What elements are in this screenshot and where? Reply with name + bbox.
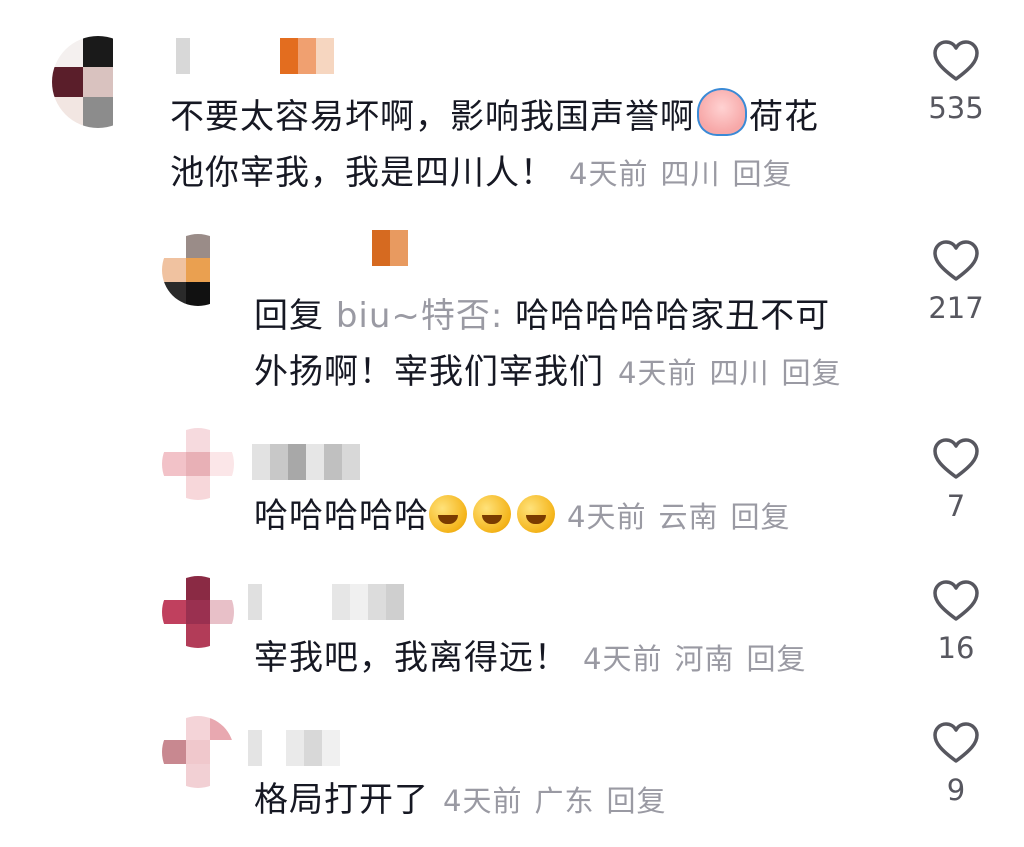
comment-meta: 4天前 云南 回复 [567,500,791,534]
comment-meta: 4天前 河南 回复 [583,642,807,676]
avatar[interactable] [162,234,234,306]
like-count: 16 [937,631,975,665]
comment-meta: 4天前 四川 回复 [569,157,793,191]
heart-outline-icon [933,580,979,621]
like-count: 535 [928,91,984,125]
rofl-emoji-icon [429,495,467,533]
reply-button[interactable]: 回复 [781,356,841,390]
comment-text: 格局打开了 4天前 广东 回复 [254,772,894,829]
avatar[interactable] [162,576,234,648]
reply-button[interactable]: 回复 [746,642,806,676]
comment-meta: 4天前 四川 回复 [618,356,842,390]
heart-outline-icon [933,438,979,479]
reply-button[interactable]: 回复 [732,157,792,191]
comment-meta: 4天前 广东 回复 [443,784,667,818]
like-button[interactable]: 7 [916,438,996,522]
like-count: 7 [946,489,966,523]
rofl-emoji-icon [473,495,511,533]
avatar[interactable] [52,36,144,128]
like-button[interactable]: 16 [916,580,996,664]
like-button[interactable]: 9 [916,722,996,806]
reply-button[interactable]: 回复 [606,784,666,818]
heart-outline-icon [933,722,979,763]
comment-text: 不要太容易坏啊，影响我国声誉啊 荷花 池你宰我，我是四川人！ 4天前 四川 回复 [170,88,870,202]
rofl-emoji-icon [517,495,555,533]
avatar[interactable] [162,428,234,500]
username-censored[interactable] [176,38,334,74]
username-censored[interactable] [248,584,404,620]
username-censored[interactable] [300,230,408,266]
crying-emoji-icon [697,88,747,136]
heart-outline-icon [933,240,979,281]
heart-outline-icon [933,40,979,81]
reply-to-username[interactable]: biu~特否: [336,296,504,336]
like-button[interactable]: 535 [916,40,996,124]
like-count: 9 [946,773,966,807]
like-button[interactable]: 217 [916,240,996,324]
like-count: 217 [928,291,984,325]
username-censored[interactable] [248,730,340,766]
comment-text: 哈哈哈哈哈 4天前 云南 回复 [254,488,894,545]
reply-button[interactable]: 回复 [730,500,790,534]
comment-text: 宰我吧，我离得远！ 4天前 河南 回复 [254,630,894,687]
username-censored[interactable] [252,444,360,480]
comment-text: 回复 biu~特否: 哈哈哈哈哈家丑不可 外扬啊！宰我们宰我们 4天前 四川 回复 [254,288,894,401]
avatar[interactable] [162,716,234,788]
